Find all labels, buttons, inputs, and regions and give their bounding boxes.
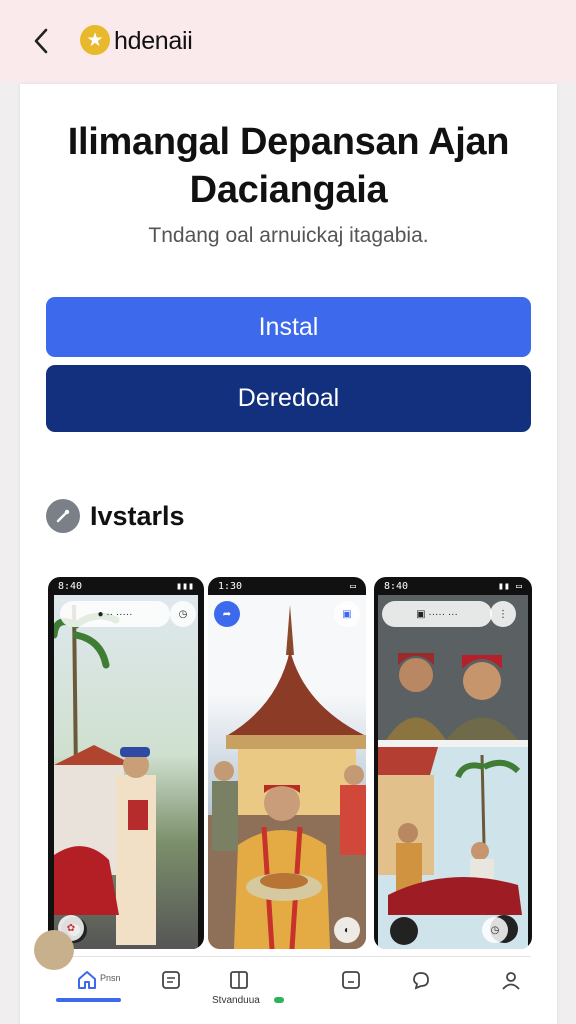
phone-status-bar: 8:40 ▮▮▮	[48, 577, 204, 595]
active-tab-indicator	[56, 998, 121, 1002]
men-portrait-image	[378, 595, 528, 949]
status-time: 1:30	[218, 580, 243, 592]
download-button[interactable]: Deredoal	[46, 365, 531, 432]
expand-icon[interactable]: ◐	[334, 917, 360, 943]
phone-status-bar: 1:30 ▭	[208, 577, 366, 595]
back-button[interactable]	[24, 22, 58, 60]
more-options-icon[interactable]: ⋮	[490, 601, 516, 627]
profile-icon	[502, 972, 520, 990]
bottom-navigation: Pnsn Stvanduua	[46, 956, 531, 1006]
post-header: ▣ ····· ···	[382, 601, 492, 627]
phone-status-bar: 8:40 ▮▮ ▭	[374, 577, 532, 595]
timer-icon: ◷	[170, 601, 196, 627]
app-card: Ilimangal Depansan Ajan Daciangaia Tndan…	[20, 84, 557, 1024]
book-icon	[230, 971, 248, 989]
signal-icon: ▮▮▮	[175, 580, 194, 592]
nav-list[interactable]	[156, 965, 186, 995]
screenshots-section-title: Ivstarls	[90, 500, 185, 531]
status-time: 8:40	[58, 580, 83, 592]
note-icon	[342, 971, 360, 989]
nav-home[interactable]	[72, 965, 102, 995]
app-subtitle: Tndang oal arnuickaj itagabia.	[148, 224, 429, 247]
progress-indicator	[274, 997, 284, 1003]
screenshot-phone-2[interactable]: 1:30 ▭ ➦ ▣ ◐	[208, 577, 366, 949]
install-button[interactable]: Instal	[46, 297, 531, 357]
chevron-left-icon	[34, 28, 48, 54]
screenshot-phone-3[interactable]: 8:40 ▮▮ ▭ ▣ ····· ··· ⋮ ◷	[374, 577, 532, 949]
nav-note[interactable]	[336, 965, 366, 995]
screenshots-section-header: Ivstarls	[46, 498, 185, 534]
status-time: 8:40	[384, 580, 409, 592]
battery-icon: ▭	[349, 580, 356, 592]
brand-name: hdenaii	[114, 27, 193, 55]
top-bar: ★ hdenaii	[0, 0, 576, 82]
app-title: Ilimangal Depansan Ajan Daciangaia	[67, 121, 510, 211]
home-icon	[78, 971, 96, 989]
list-icon	[162, 971, 180, 989]
phone-screen: ▣ ····· ··· ⋮ ◷	[378, 595, 528, 949]
post-header: ● ·· ·····	[60, 601, 170, 627]
image-icon[interactable]: ▣	[334, 601, 360, 627]
nav-profile[interactable]	[496, 965, 526, 995]
star-logo-icon: ★	[80, 25, 110, 55]
nav-chat[interactable]	[406, 965, 436, 995]
share-icon[interactable]: ➦	[214, 601, 240, 627]
progress-label: Stvanduua	[212, 995, 260, 1006]
phone-screen: ➦ ▣ ◐	[208, 595, 366, 949]
chat-icon	[413, 972, 429, 990]
street-scene-image	[54, 604, 156, 945]
nav-book[interactable]	[224, 965, 254, 995]
timer-icon: ◷	[482, 917, 508, 943]
phone-screen: ● ·· ····· ◷ ✿	[54, 595, 198, 949]
wifi-icon: ▮▮ ▭	[497, 580, 522, 592]
avatar	[34, 930, 74, 970]
cultural-house-image	[208, 605, 366, 949]
nav-home-label: Pnsn	[100, 973, 121, 983]
screenshot-phone-1[interactable]: 8:40 ▮▮▮ ● ·· ····· ◷ ✿	[48, 577, 204, 949]
wrench-icon	[46, 499, 80, 533]
